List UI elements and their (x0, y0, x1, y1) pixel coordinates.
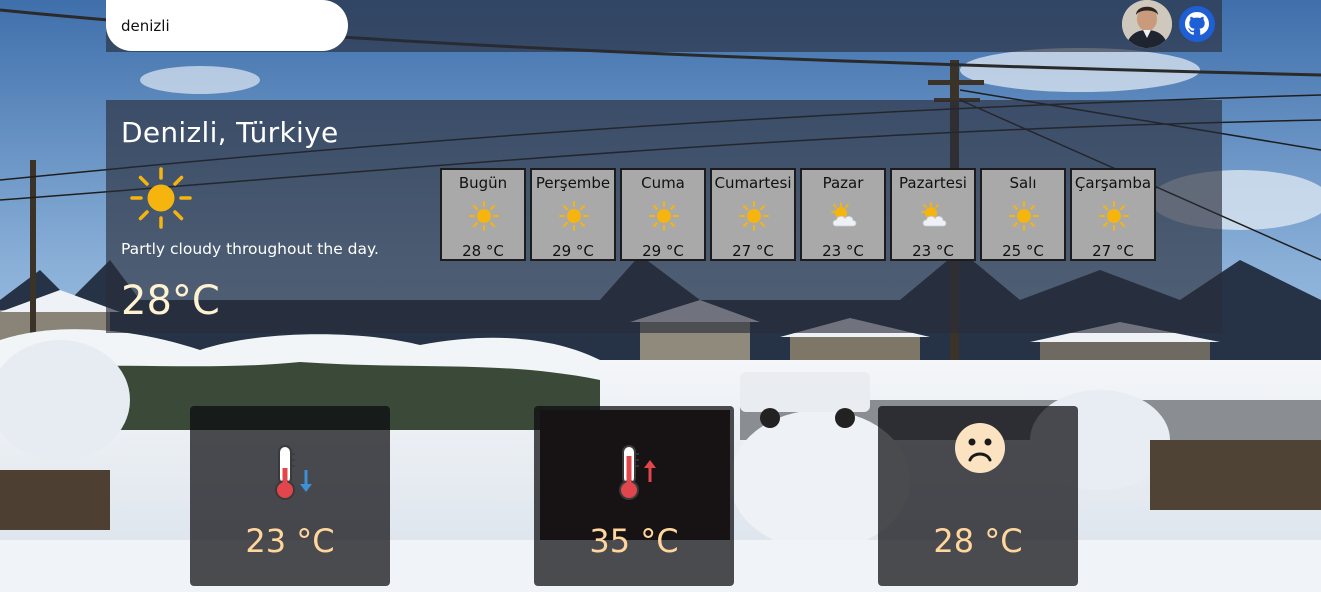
github-icon[interactable] (1178, 5, 1216, 43)
sun-icon (1098, 200, 1130, 232)
thermometer-low-icon (266, 442, 318, 502)
partly-cloudy-icon (918, 200, 950, 232)
forecast-day-name: Çarşamba (1074, 174, 1152, 192)
thermometer-high-icon (610, 442, 662, 502)
forecast-day[interactable]: Pazar 23 °C (800, 168, 886, 261)
feels-like-card: 28 °C (878, 406, 1078, 586)
sun-icon (648, 200, 680, 232)
forecast-day[interactable]: Cuma 29 °C (620, 168, 706, 261)
min-temp-value: 23 °C (245, 522, 335, 560)
search-box[interactable] (106, 0, 348, 51)
forecast-day[interactable]: Salı 25 °C (980, 168, 1066, 261)
forecast-day-name: Salı (1009, 174, 1037, 192)
forecast-day-name: Pazartesi (899, 174, 967, 192)
forecast-day[interactable]: Cumartesi 27 °C (710, 168, 796, 261)
sun-icon (130, 167, 192, 229)
sun-icon (1008, 200, 1040, 232)
forecast-temp: 23 °C (912, 242, 954, 260)
forecast-temp: 29 °C (552, 242, 594, 260)
forecast-temp: 28 °C (462, 242, 504, 260)
min-temp-card: 23 °C (190, 406, 390, 586)
forecast-day[interactable]: Çarşamba 27 °C (1070, 168, 1156, 261)
forecast-day-name: Bugün (458, 174, 508, 192)
forecast-temp: 23 °C (822, 242, 864, 260)
max-temp-value: 35 °C (589, 522, 679, 560)
current-temperature: 28°C (121, 278, 220, 324)
forecast-day-name: Perşembe (535, 174, 611, 192)
weather-description: Partly cloudy throughout the day. (121, 240, 379, 258)
feels-like-value: 28 °C (933, 522, 1023, 560)
forecast-day-name: Cumartesi (714, 174, 792, 192)
forecast-day[interactable]: Bugün 28 °C (440, 168, 526, 261)
sun-icon (468, 200, 500, 232)
forecast-temp: 27 °C (1092, 242, 1134, 260)
sad-face-icon (954, 422, 1006, 482)
forecast-day[interactable]: Perşembe 29 °C (530, 168, 616, 261)
sun-icon (738, 200, 770, 232)
partly-cloudy-icon (828, 200, 860, 232)
forecast-temp: 25 °C (1002, 242, 1044, 260)
current-weather-panel: Denizli, Türkiye Partly cloudy throughou… (106, 100, 1222, 333)
max-temp-card: 35 °C (534, 406, 734, 586)
forecast-temp: 29 °C (642, 242, 684, 260)
forecast-temp: 27 °C (732, 242, 774, 260)
sun-icon (558, 200, 590, 232)
forecast-strip: Bugün 28 °C Perşembe 29 °C Cuma 29 °C Cu… (440, 168, 1160, 261)
forecast-day-name: Pazar (822, 174, 864, 192)
location-title: Denizli, Türkiye (121, 116, 339, 149)
search-input[interactable] (121, 16, 331, 35)
forecast-day[interactable]: Pazartesi 23 °C (890, 168, 976, 261)
avatar[interactable] (1122, 0, 1172, 48)
forecast-day-name: Cuma (641, 174, 685, 192)
